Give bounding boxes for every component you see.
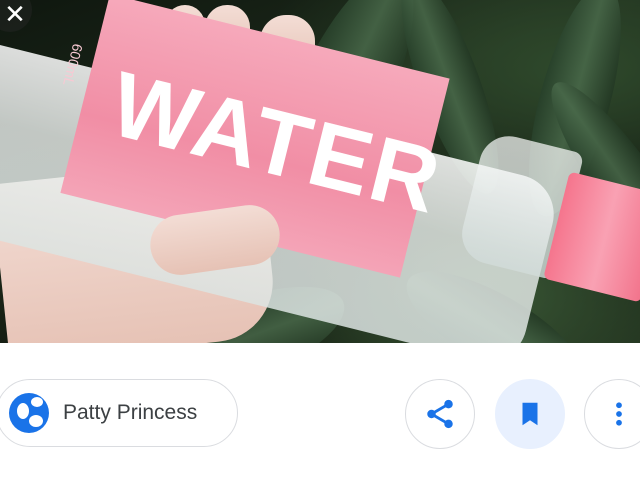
bookmark-icon xyxy=(522,402,538,426)
close-icon: ✕ xyxy=(4,0,26,30)
more-vert-icon xyxy=(616,402,622,426)
source-chip[interactable]: Patty Princess xyxy=(0,379,238,447)
share-icon xyxy=(427,399,453,429)
globe-icon xyxy=(9,393,49,433)
close-button[interactable]: ✕ xyxy=(0,0,32,32)
save-button[interactable] xyxy=(495,379,565,449)
more-options-button[interactable] xyxy=(584,379,640,449)
result-image[interactable]: WATER 600mL ✕ xyxy=(0,0,640,343)
source-name: Patty Princess xyxy=(63,401,198,424)
share-button[interactable] xyxy=(405,379,475,449)
